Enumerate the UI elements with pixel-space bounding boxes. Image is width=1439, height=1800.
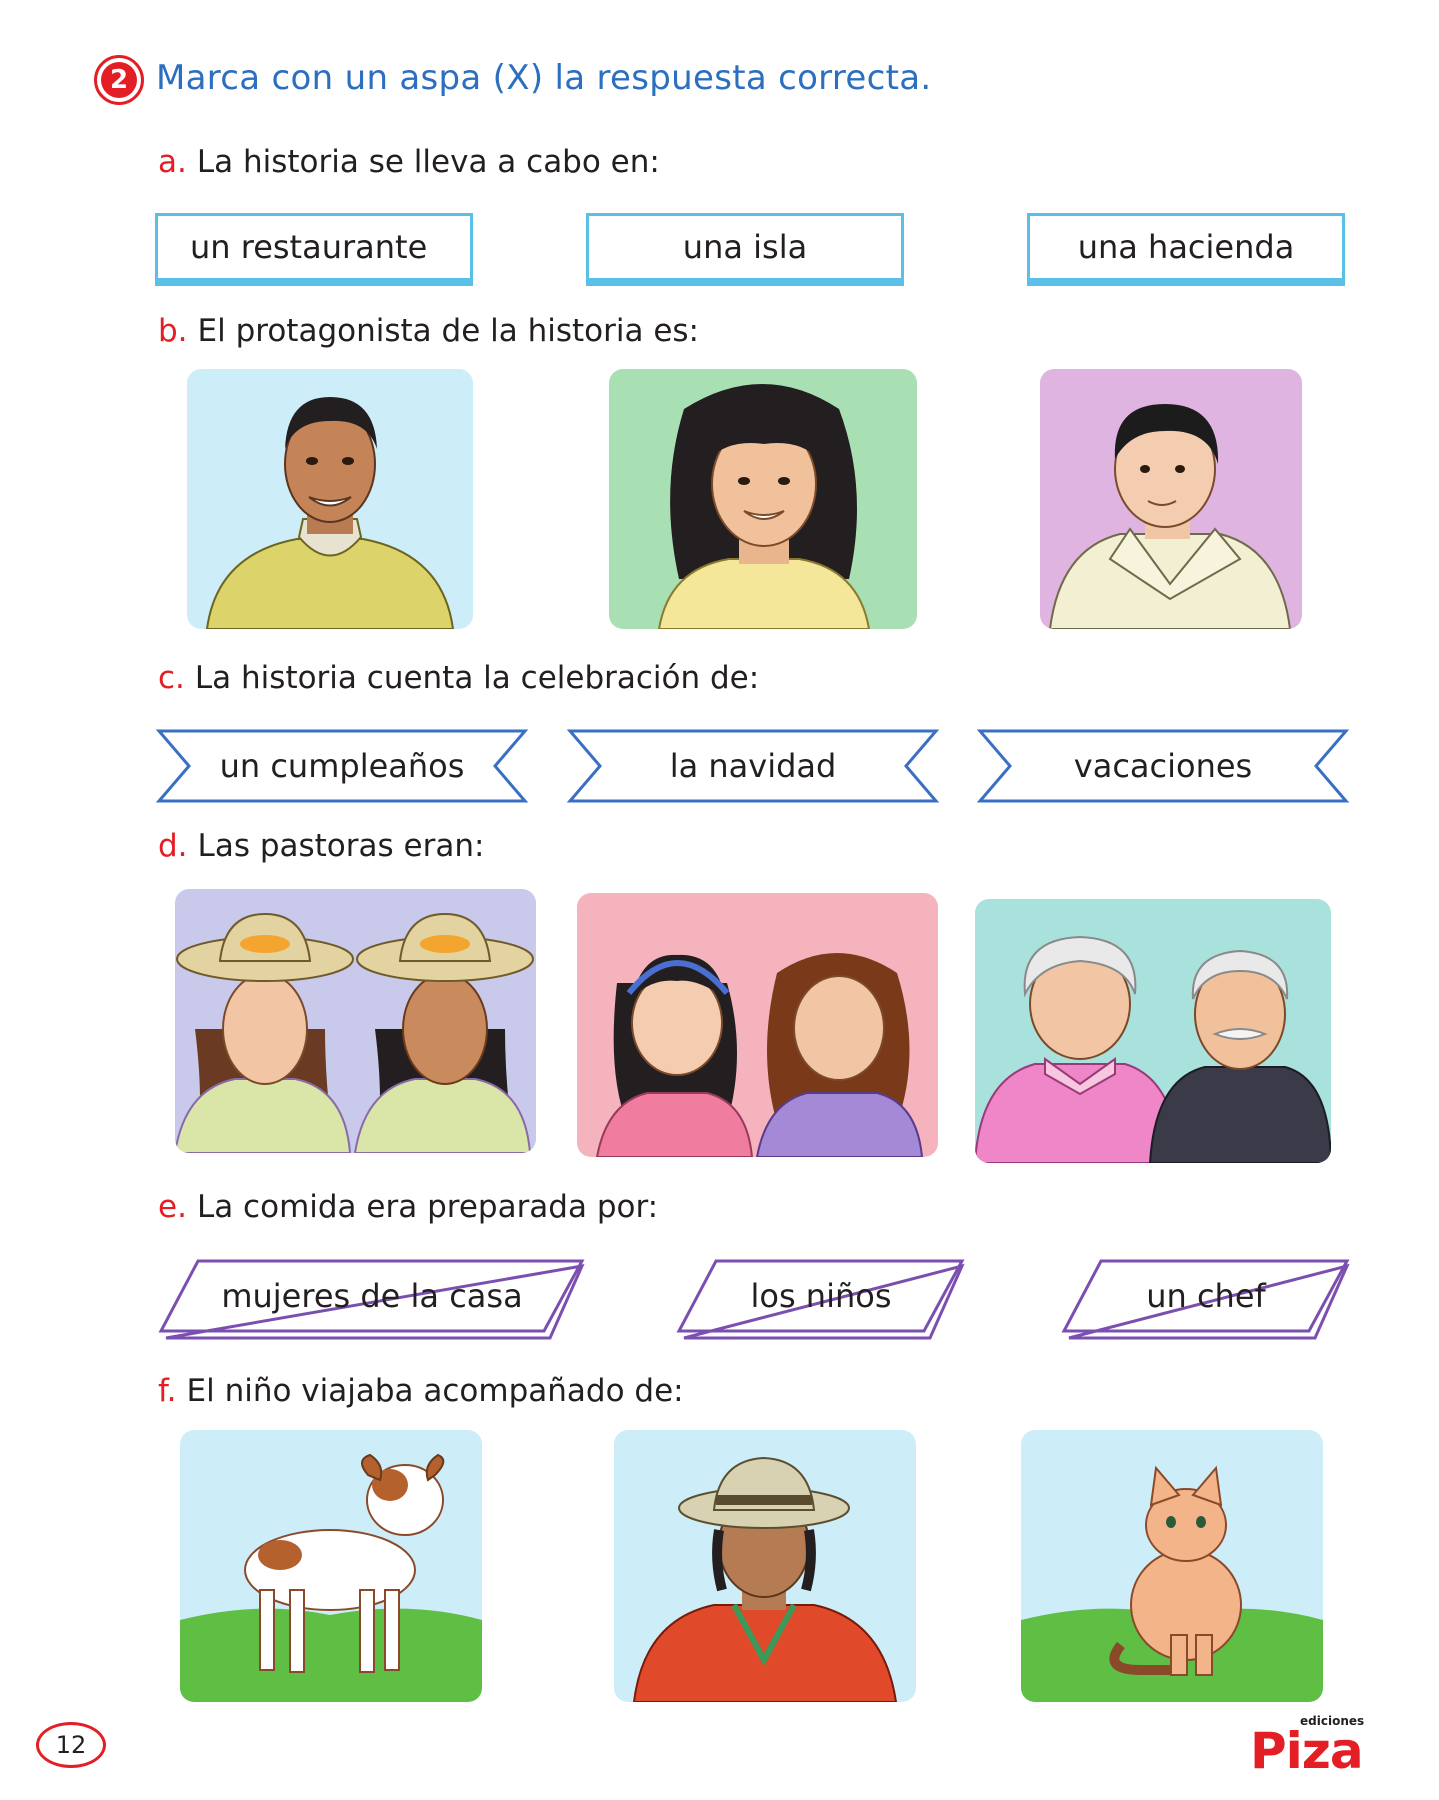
- image-two-girls[interactable]: [577, 893, 938, 1157]
- option-label: los niños: [750, 1277, 892, 1315]
- option-parallelogram-mujeres-de-la-casa[interactable]: mujeres de la casa: [158, 1258, 586, 1342]
- option-label: un restaurante: [190, 228, 428, 266]
- option-ribbon-un-cumpleanos[interactable]: un cumpleaños: [155, 727, 529, 805]
- option-parallelogram-un-chef[interactable]: un chef: [1061, 1258, 1351, 1342]
- option-label: una hacienda: [1077, 228, 1295, 266]
- question-letter: d.: [158, 828, 188, 864]
- option-ribbon-vacaciones[interactable]: vacaciones: [976, 727, 1350, 805]
- exercise-number: 2: [101, 62, 137, 98]
- question-text: Las pastoras eran:: [197, 828, 485, 864]
- question-text: La historia se lleva a cabo en:: [196, 144, 660, 180]
- page-number: 12: [36, 1722, 106, 1768]
- option-box-una-hacienda[interactable]: una hacienda: [1027, 213, 1345, 281]
- question-d: d. Las pastoras eran:: [158, 828, 484, 864]
- option-label: un chef: [1146, 1277, 1266, 1315]
- image-cat[interactable]: [1021, 1430, 1323, 1702]
- option-label: un cumpleaños: [219, 747, 465, 785]
- question-text: El protagonista de la historia es:: [197, 313, 699, 349]
- option-label: una isla: [682, 228, 808, 266]
- image-elderly-couple[interactable]: [975, 899, 1331, 1163]
- option-box-una-isla[interactable]: una isla: [586, 213, 904, 281]
- option-label: vacaciones: [1073, 747, 1253, 785]
- image-boy[interactable]: [1040, 369, 1302, 629]
- image-two-young-women-with-hats[interactable]: [175, 889, 536, 1153]
- exercise-number-badge: 2: [94, 55, 144, 105]
- question-a: a. La historia se lleva a cabo en:: [158, 144, 660, 180]
- instruction-text: Marca con un aspa (X) la respuesta corre…: [156, 58, 932, 98]
- question-letter: a.: [158, 144, 187, 180]
- publisher-logo: Piza: [1250, 1722, 1364, 1780]
- question-text: La comida era preparada por:: [196, 1189, 659, 1225]
- image-dog[interactable]: [180, 1430, 482, 1702]
- question-text: El niño viajaba acompañado de:: [186, 1373, 684, 1409]
- question-e: e. La comida era preparada por:: [158, 1189, 658, 1225]
- option-ribbon-la-navidad[interactable]: la navidad: [566, 727, 940, 805]
- question-letter: e.: [158, 1189, 187, 1225]
- question-b: b. El protagonista de la historia es:: [158, 313, 699, 349]
- question-c: c. La historia cuenta la celebración de:: [158, 660, 759, 696]
- image-andean-man-with-hat[interactable]: [614, 1430, 916, 1702]
- question-letter: f.: [158, 1373, 177, 1409]
- option-parallelogram-los-ninos[interactable]: los niños: [676, 1258, 966, 1342]
- question-f: f. El niño viajaba acompañado de:: [158, 1373, 684, 1409]
- option-label: mujeres de la casa: [221, 1277, 523, 1315]
- image-woman[interactable]: [609, 369, 917, 629]
- image-adult-man[interactable]: [187, 369, 473, 629]
- option-label: la navidad: [669, 747, 837, 785]
- question-text: La historia cuenta la celebración de:: [194, 660, 760, 696]
- question-letter: b.: [158, 313, 188, 349]
- question-letter: c.: [158, 660, 185, 696]
- option-box-un-restaurante[interactable]: un restaurante: [155, 213, 473, 281]
